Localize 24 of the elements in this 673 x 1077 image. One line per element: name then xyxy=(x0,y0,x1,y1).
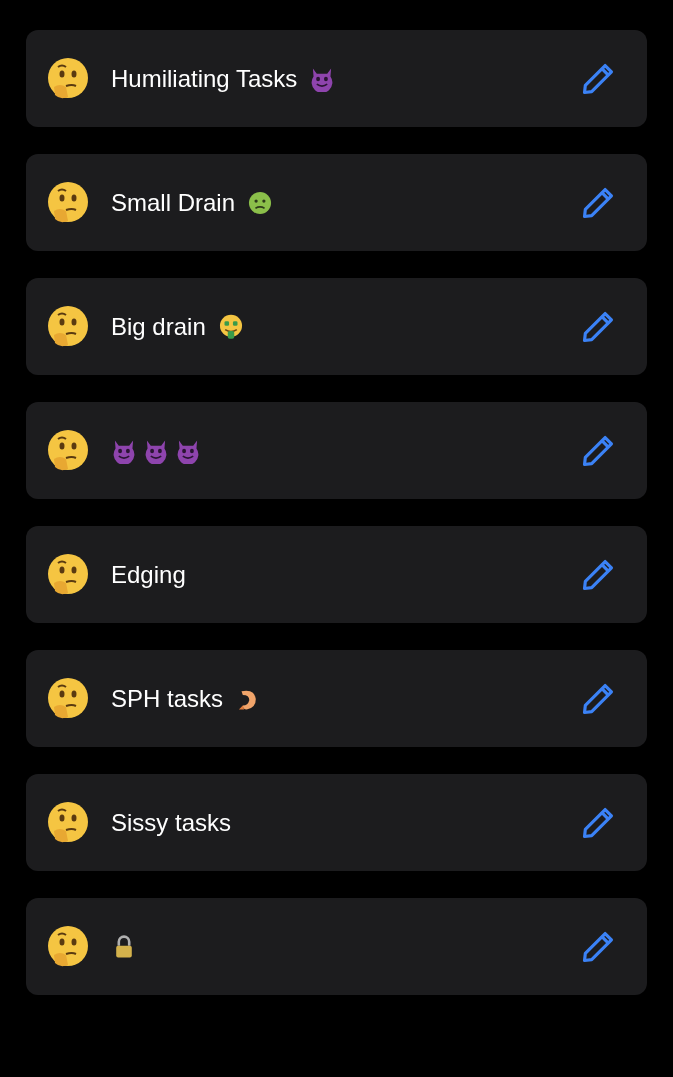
list-item[interactable]: Big drain xyxy=(26,278,647,375)
item-label: Small Drain xyxy=(111,187,236,218)
list-item[interactable]: Humiliating Tasks xyxy=(26,30,647,127)
thinking-face-icon xyxy=(46,800,90,845)
thinking-face-icon xyxy=(46,676,90,721)
item-label: SPH tasks xyxy=(111,683,224,714)
list-item[interactable] xyxy=(26,402,647,499)
item-label: Edging xyxy=(111,559,186,590)
list-item[interactable]: SPH tasks xyxy=(26,650,647,747)
list-item[interactable]: Edging xyxy=(26,526,647,623)
thinking-face-icon xyxy=(46,552,90,597)
thinking-face-icon xyxy=(46,56,90,101)
thinking-face-icon xyxy=(46,304,90,349)
thinking-face-icon xyxy=(46,428,90,473)
list-item[interactable]: Sissy tasks xyxy=(26,774,647,871)
thinking-face-icon xyxy=(46,180,90,225)
thinking-face-icon xyxy=(46,924,90,969)
money-face-icon xyxy=(217,313,244,340)
item-label: Humiliating Tasks xyxy=(111,63,298,94)
list-item[interactable]: Small Drain xyxy=(26,154,647,251)
item-label: Sissy tasks xyxy=(111,807,232,838)
sick-face-icon xyxy=(247,189,274,216)
item-label: Big drain xyxy=(111,311,206,342)
list-item[interactable] xyxy=(26,898,647,995)
